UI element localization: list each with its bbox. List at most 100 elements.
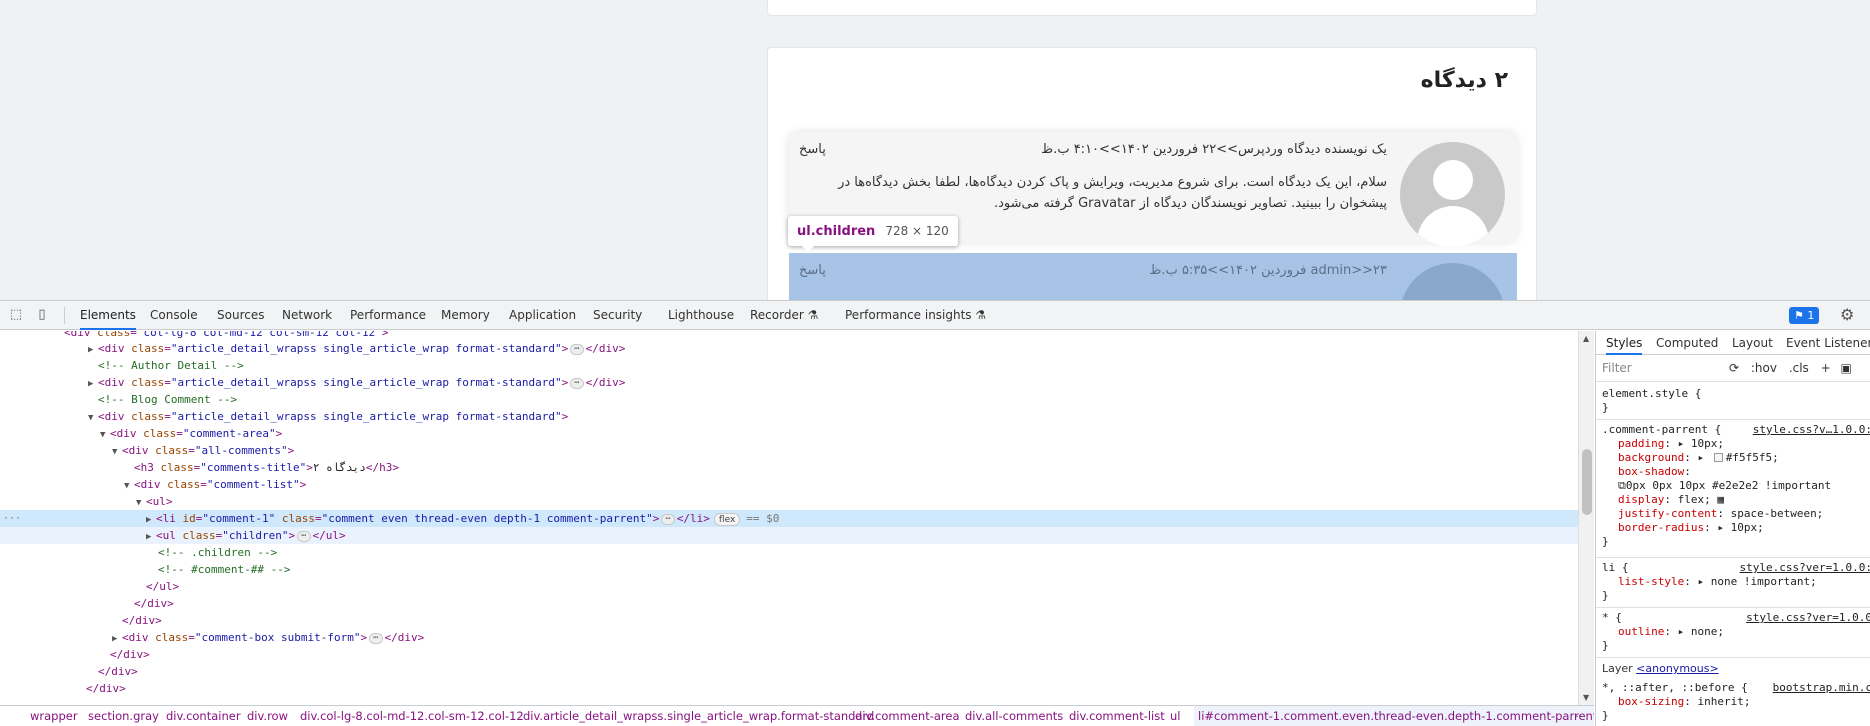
flex-badge[interactable]: flex [713, 512, 741, 526]
li-rule[interactable]: li { style.css?ver=1.0.0: list-style: ▸ … [1602, 561, 1870, 603]
dom-comment[interactable]: <!-- Author Detail --> [0, 357, 1578, 374]
tab-performance[interactable]: Performance [350, 301, 426, 330]
more-icon[interactable]: ⋯ [1575, 706, 1587, 726]
reply-link[interactable]: پاسخ [799, 142, 826, 157]
rule-divider [1596, 607, 1870, 608]
styles-toolbar: ⟳ :hov .cls + ▣ [1729, 361, 1852, 375]
breadcrumb-item[interactable]: ul [1170, 706, 1180, 726]
stylesheet-link[interactable]: style.css?v…1.0.0: [1753, 423, 1870, 436]
dom-node[interactable]: <h3 class="comments-title">۲ دیدگاه</h3> [0, 459, 1578, 476]
tab-application[interactable]: Application [509, 301, 576, 330]
device-toolbar-icon[interactable]: ▯ [34, 307, 50, 323]
more-icon[interactable]: ··· [3, 510, 21, 527]
hov-toggle[interactable]: :hov [1751, 361, 1777, 375]
avatar [1400, 263, 1505, 300]
dom-node[interactable]: ▼ <div class="comment-area"> [0, 425, 1578, 442]
layer-link[interactable]: <anonymous> [1636, 662, 1719, 675]
breadcrumb-item[interactable]: wrapper [30, 706, 78, 726]
toolbar-divider [64, 307, 65, 324]
dom-node[interactable]: </div> [0, 663, 1578, 680]
breadcrumb-item[interactable]: div.comment-area [855, 706, 960, 726]
breadcrumb-item[interactable]: div.article_detail_wrapss.single_article… [523, 706, 874, 726]
breadcrumb-item[interactable]: div.row [247, 706, 288, 726]
avatar-head-icon [1433, 160, 1473, 200]
scrollbar-thumb[interactable] [1582, 449, 1592, 515]
previous-card [767, 0, 1537, 16]
dom-node[interactable]: </div> [0, 680, 1578, 697]
children-highlight: admin>>۲۳ فروردین ۱۴۰۲>>۵:۳۵ ب.ظ پاسخ [789, 253, 1517, 300]
dom-node[interactable]: </div> [0, 612, 1578, 629]
tooltip-dimensions: 728 × 120 [885, 224, 949, 238]
stylesheet-link[interactable]: style.css?ver=1.0.0: [1740, 561, 1870, 574]
scroll-down-icon[interactable]: ▼ [1583, 693, 1589, 702]
reply-link[interactable]: پاسخ [799, 263, 826, 278]
tooltip-selector: ul.children [797, 223, 876, 239]
tab-security[interactable]: Security [593, 301, 642, 330]
inspect-tooltip: ul.children 728 × 120 [788, 216, 958, 252]
dom-comment[interactable]: <!-- #comment-## --> [0, 561, 1578, 578]
computed-sidebar-icon[interactable]: ▣ [1841, 361, 1852, 375]
dom-node-hovered[interactable]: ▶ <ul class="children"> ⋯ </ul> [0, 527, 1578, 544]
cls-toggle[interactable]: .cls [1789, 361, 1809, 375]
devtools-panel: ⬚ ▯ Elements Console Sources Network Perform… [0, 300, 1870, 726]
tab-event-listeners[interactable]: Event Listeners [1786, 331, 1870, 355]
rule-divider [1596, 557, 1870, 558]
tab-layout[interactable]: Layout [1732, 331, 1773, 355]
dom-node[interactable]: ▼ <div class="comment-list"> [0, 476, 1578, 493]
breadcrumb-item[interactable]: div.col-lg-8.col-md-12.col-sm-12.col-12 [300, 706, 524, 726]
comment-meta: یک نویسنده دیدگاه وردپرس>>۲۲ فروردین ۱۴۰… [1041, 142, 1387, 157]
issues-badge[interactable]: ⚑ 1 [1789, 307, 1820, 324]
tab-computed[interactable]: Computed [1656, 331, 1718, 355]
stylesheet-link[interactable]: bootstrap.min.c [1773, 681, 1870, 694]
element-style-rule[interactable]: element.style { } [1602, 387, 1868, 415]
breadcrumb-item[interactable]: section.gray [88, 706, 159, 726]
browser-page: ۲ دیدگاه یک نویسنده دیدگاه وردپرس>>۲۲ فر… [0, 0, 1870, 726]
dom-node[interactable]: ▼ <div class="all-comments"> [0, 442, 1578, 459]
filter-input[interactable]: Filter [1602, 361, 1632, 375]
stylesheet-link[interactable]: style.css?ver=1.0.0 [1746, 611, 1870, 624]
shadow-editor-icon[interactable]: ⧉ [1618, 479, 1626, 492]
tab-lighthouse[interactable]: Lighthouse [668, 301, 734, 330]
dom-node-selected[interactable]: ··· ▶ <li id="comment-1" class="comment e… [0, 510, 1578, 527]
rule-divider [1596, 657, 1870, 658]
dom-node[interactable]: </div> [0, 646, 1578, 663]
breadcrumb-item[interactable]: div.all-comments [965, 706, 1063, 726]
box-sizing-rule[interactable]: *, ::after, ::before { bootstrap.min.c b… [1602, 681, 1870, 723]
tab-console[interactable]: Console [150, 301, 198, 330]
tab-network[interactable]: Network [282, 301, 332, 330]
breadcrumb-item[interactable]: div.comment-list [1069, 706, 1165, 726]
breadcrumb-item[interactable]: li#comment-1.comment.even.thread-even.de… [1194, 706, 1594, 726]
color-swatch[interactable] [1713, 453, 1723, 462]
tab-sources[interactable]: Sources [217, 301, 264, 330]
gear-icon[interactable]: ⚙ [1840, 305, 1854, 324]
layer-label: Layer <anonymous> [1602, 662, 1719, 675]
tab-memory[interactable]: Memory [441, 301, 490, 330]
dom-node[interactable]: </ul> [0, 578, 1578, 595]
dom-node[interactable]: ▼ <div class="article_detail_wrapss singl… [0, 408, 1578, 425]
dom-node[interactable]: ▶ <div class="comment-box submit-form"> ⋯ <… [0, 629, 1578, 646]
breadcrumb: wrapper section.gray div.container div.row d… [0, 705, 1594, 726]
dom-node[interactable]: ▶ <div class="article_detail_wrapss singl… [0, 374, 1578, 391]
universal-rule[interactable]: * { style.css?ver=1.0.0 outline: ▸ none;… [1602, 611, 1870, 653]
inspect-element-icon[interactable]: ⬚ [8, 307, 24, 323]
dom-node[interactable]: ▼ <ul> [0, 493, 1578, 510]
dom-comment[interactable]: <!-- .children --> [0, 544, 1578, 561]
page-viewport: ۲ دیدگاه یک نویسنده دیدگاه وردپرس>>۲۲ فر… [0, 0, 1870, 300]
flex-editor-icon[interactable]: ▦ [1717, 493, 1724, 506]
dom-comment[interactable]: <!-- Blog Comment --> [0, 391, 1578, 408]
avatar-body-icon [1417, 206, 1489, 247]
breadcrumb-item[interactable]: div.container [166, 706, 241, 726]
dom-node[interactable]: ▶ <div class="article_detail_wrapss singl… [0, 340, 1578, 357]
tab-styles[interactable]: Styles [1606, 331, 1643, 355]
tab-recorder[interactable]: Recorder ⚗ [750, 301, 818, 330]
dom-node[interactable]: </div> [0, 595, 1578, 612]
styles-filter-bar: Filter ⟳ :hov .cls + ▣ [1596, 356, 1870, 382]
scroll-up-icon[interactable]: ▲ [1583, 334, 1589, 343]
comment-parrent-rule[interactable]: .comment-parrent { style.css?v…1.0.0: pa… [1602, 423, 1870, 549]
refresh-icon[interactable]: ⟳ [1729, 361, 1739, 375]
tab-performance-insights[interactable]: Performance insights ⚗ [845, 301, 986, 330]
elements-scrollbar[interactable]: ▲ ▼ [1578, 331, 1594, 705]
comments-card: ۲ دیدگاه یک نویسنده دیدگاه وردپرس>>۲۲ فر… [767, 47, 1537, 300]
add-rule-icon[interactable]: + [1821, 361, 1831, 375]
tab-elements[interactable]: Elements [80, 301, 136, 330]
